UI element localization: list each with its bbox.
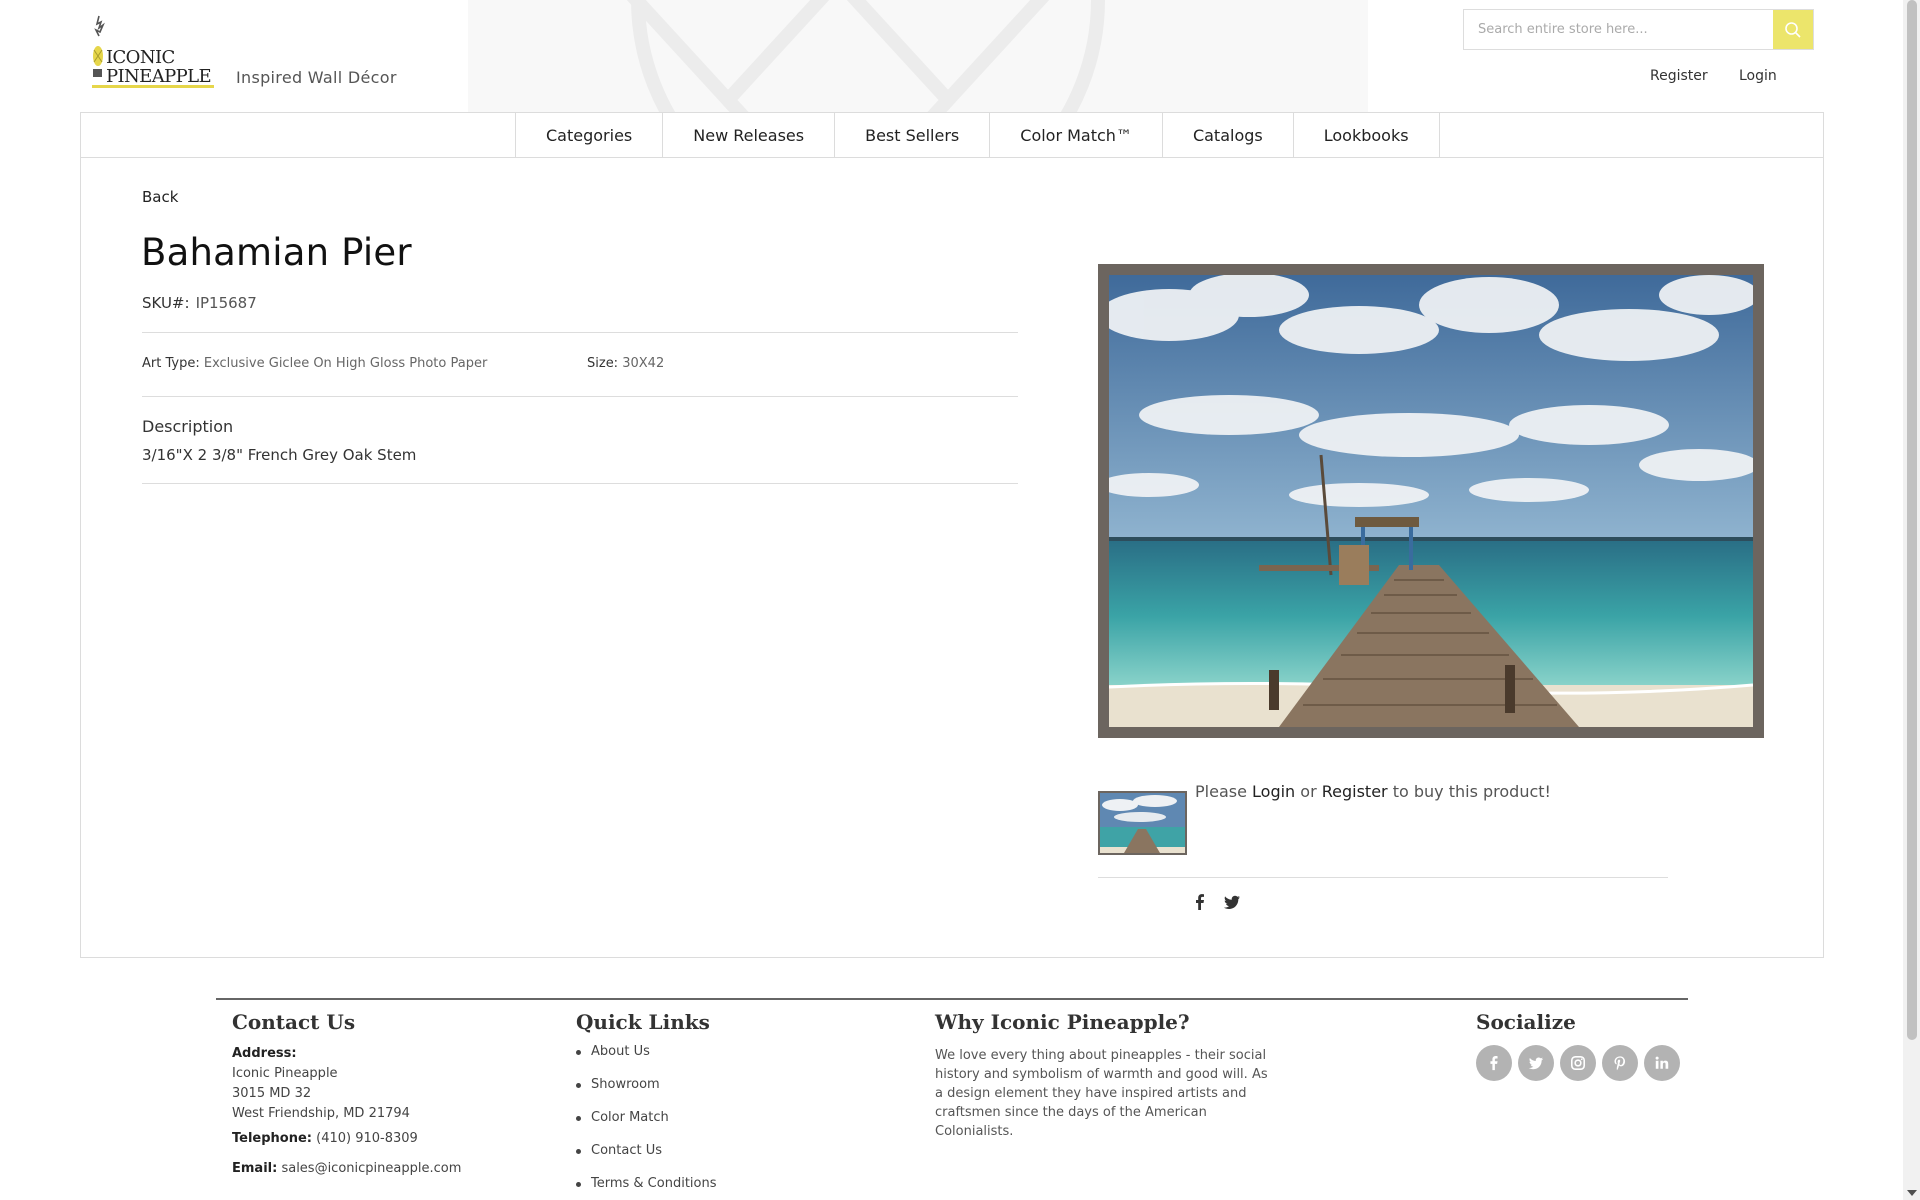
nav-item-lookbooks[interactable]: Lookbooks <box>1294 113 1440 158</box>
address-label: Address: <box>232 1046 297 1061</box>
register-link[interactable]: Register <box>1650 68 1708 84</box>
facebook-share-icon[interactable] <box>1191 893 1209 911</box>
quick-link-showroom[interactable]: Showroom <box>591 1077 660 1092</box>
twitter-icon[interactable] <box>1518 1045 1554 1081</box>
list-item: About Us <box>576 1044 717 1077</box>
quick-link-color-match[interactable]: Color Match <box>591 1110 669 1125</box>
quick-links-list: About Us Showroom Color Match Contact Us… <box>576 1044 717 1200</box>
divider <box>142 483 1018 484</box>
search-icon <box>1785 21 1801 38</box>
nav-item-new-releases[interactable]: New Releases <box>663 113 836 158</box>
size: Size: 30X42 <box>587 356 664 371</box>
address-line-1: Iconic Pineapple <box>232 1066 338 1081</box>
telephone-number[interactable]: (410) 910-8309 <box>316 1131 418 1146</box>
nav-item-catalogs[interactable]: Catalogs <box>1163 113 1294 158</box>
email: Email: sales@iconicpineapple.com <box>232 1161 462 1176</box>
page-scrollbar[interactable] <box>1903 0 1920 1200</box>
search-bar <box>1463 9 1814 50</box>
login-link[interactable]: Login <box>1739 68 1777 84</box>
footer-divider <box>216 998 1688 1000</box>
size-value: 30X42 <box>622 356 665 371</box>
art-type-value: Exclusive Giclee On High Gloss Photo Pap… <box>203 356 488 371</box>
quick-link-terms[interactable]: Terms & Conditions <box>591 1176 717 1191</box>
divider <box>142 332 1018 333</box>
back-link[interactable]: Back <box>142 188 178 206</box>
address-line-3: West Friendship, MD 21794 <box>232 1106 410 1121</box>
product-thumbnail[interactable] <box>1098 791 1187 855</box>
divider <box>142 396 1018 397</box>
scrollbar-thumb[interactable] <box>1907 0 1917 1040</box>
buy-login-link[interactable]: Login <box>1252 782 1295 801</box>
sku-label: SKU#: <box>142 294 190 312</box>
list-item: Contact Us <box>576 1143 717 1176</box>
description-text: 3/16"X 2 3/8" French Grey Oak Stem <box>142 446 417 464</box>
why-heading: Why Iconic Pineapple? <box>935 1010 1190 1034</box>
list-item: Showroom <box>576 1077 717 1110</box>
sku-value: IP15687 <box>195 294 257 312</box>
product-title: Bahamian Pier <box>141 231 412 274</box>
search-button[interactable] <box>1773 10 1813 49</box>
instagram-icon[interactable] <box>1560 1045 1596 1081</box>
email-link[interactable]: sales@iconicpineapple.com <box>281 1161 461 1176</box>
product-image[interactable] <box>1098 264 1764 738</box>
buy-register-link[interactable]: Register <box>1322 782 1388 801</box>
nav-item-categories[interactable]: Categories <box>515 113 664 158</box>
quick-link-about-us[interactable]: About Us <box>591 1044 650 1059</box>
product-sku: SKU#: IP15687 <box>142 294 257 312</box>
nav-item-color-match[interactable]: Color Match™ <box>990 113 1163 158</box>
nav-item-best-sellers[interactable]: Best Sellers <box>835 113 991 158</box>
why-text: We love every thing about pineapples - t… <box>935 1048 1268 1139</box>
main-content: Categories New Releases Best Sellers Col… <box>80 112 1824 958</box>
contact-heading: Contact Us <box>232 1010 356 1034</box>
logo-wordmark: ICONIC PINEAPPLE <box>106 47 212 87</box>
pinterest-icon[interactable] <box>1602 1045 1638 1081</box>
buy-message: Please Login or Register to buy this pro… <box>1195 782 1551 801</box>
list-item: Color Match <box>576 1110 717 1143</box>
quick-link-contact-us[interactable]: Contact Us <box>591 1143 662 1158</box>
logo-underline <box>92 85 214 88</box>
facebook-icon[interactable] <box>1476 1045 1512 1081</box>
size-label: Size: <box>587 356 619 371</box>
site-tagline: Inspired Wall Décor <box>236 68 397 87</box>
site-logo[interactable]: ICONIC PINEAPPLE <box>88 14 214 90</box>
telephone: Telephone: (410) 910-8309 <box>232 1131 418 1146</box>
art-type-label: Art Type: <box>142 356 200 371</box>
header-background-pattern <box>468 0 1368 112</box>
description-heading: Description <box>142 417 234 436</box>
scroll-down-arrow-icon[interactable] <box>1907 1190 1917 1196</box>
address-line-2: 3015 MD 32 <box>232 1086 312 1101</box>
main-nav: Categories New Releases Best Sellers Col… <box>81 113 1823 158</box>
art-type: Art Type: Exclusive Giclee On High Gloss… <box>142 356 487 371</box>
linkedin-icon[interactable] <box>1644 1045 1680 1081</box>
quick-links-heading: Quick Links <box>576 1010 710 1034</box>
search-input[interactable] <box>1464 10 1774 49</box>
list-item: Terms & Conditions <box>576 1176 717 1200</box>
twitter-share-icon[interactable] <box>1223 893 1241 911</box>
share-divider <box>1098 877 1668 878</box>
socialize-heading: Socialize <box>1476 1010 1576 1034</box>
